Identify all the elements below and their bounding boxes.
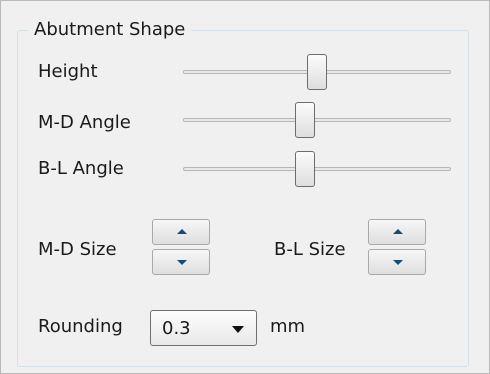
md-angle-label: M-D Angle <box>38 112 131 133</box>
rounding-unit: mm <box>270 316 306 337</box>
arrow-down-icon <box>177 260 187 265</box>
md-size-spinner[interactable] <box>152 219 210 275</box>
slider-thumb[interactable] <box>307 54 327 90</box>
rounding-label: Rounding <box>38 316 123 337</box>
md-size-label: M-D Size <box>38 239 117 260</box>
bl-angle-label: B-L Angle <box>38 158 124 179</box>
group-title: Abutment Shape <box>28 18 192 42</box>
slider-thumb[interactable] <box>295 102 315 138</box>
bl-size-down-button[interactable] <box>368 249 426 275</box>
arrow-up-icon <box>393 229 403 234</box>
slider-track <box>183 167 451 171</box>
chevron-down-icon[interactable] <box>232 326 244 333</box>
slider-thumb[interactable] <box>295 151 315 187</box>
arrow-down-icon <box>393 260 403 265</box>
bl-angle-slider[interactable] <box>183 149 451 189</box>
slider-track <box>183 118 451 122</box>
rounding-value: 0.3 <box>162 318 191 339</box>
rounding-select[interactable]: 0.3 <box>150 310 257 346</box>
md-size-up-button[interactable] <box>152 219 210 245</box>
md-angle-slider[interactable] <box>183 100 451 140</box>
arrow-up-icon <box>177 229 187 234</box>
height-label: Height <box>38 61 98 82</box>
height-slider[interactable] <box>183 52 451 92</box>
md-size-down-button[interactable] <box>152 249 210 275</box>
bl-size-label: B-L Size <box>274 239 346 260</box>
bl-size-up-button[interactable] <box>368 219 426 245</box>
bl-size-spinner[interactable] <box>368 219 426 275</box>
